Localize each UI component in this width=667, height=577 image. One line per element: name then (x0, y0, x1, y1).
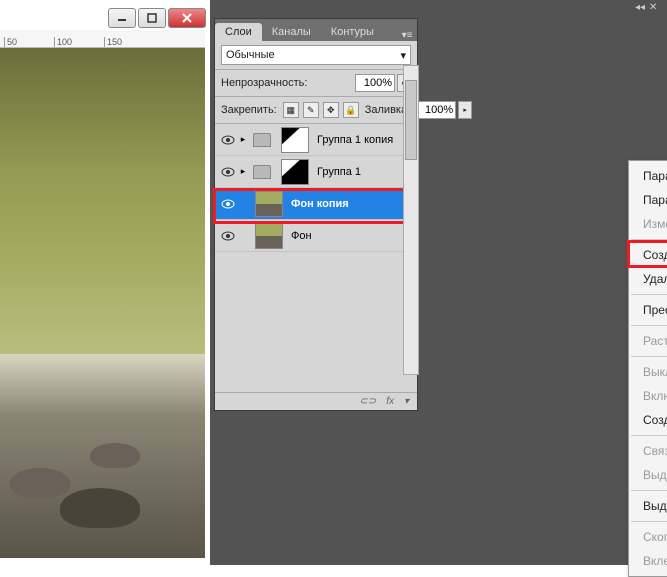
panel-scrollbar[interactable] (403, 65, 419, 375)
visibility-toggle-icon[interactable] (219, 195, 237, 213)
lock-position-icon[interactable]: ✥ (323, 102, 339, 118)
ruler-mark: 50 (4, 37, 54, 47)
menu-copy-layer-style: Скопировать стиль слоя (629, 525, 667, 549)
lock-icons: ▦ ✎ ✥ 🔒 (283, 102, 359, 118)
layer-row-image[interactable]: Фон (215, 220, 417, 252)
panel-close-icon[interactable]: ✕ (649, 2, 659, 12)
layer-thumbnail[interactable] (255, 191, 283, 217)
blend-mode-value: Обычные (226, 49, 275, 61)
folder-icon (253, 133, 271, 147)
menu-disable-layer-mask: Выключить слой-маску (629, 360, 667, 384)
menu-separator (631, 435, 667, 436)
menu-separator (631, 325, 667, 326)
menu-edit-adjustment: Изменить корректировку... (629, 212, 667, 236)
fill-stepper[interactable]: ▸ (458, 101, 472, 119)
layer-row-image-selected[interactable]: Фон копия (215, 188, 417, 220)
canvas-image[interactable] (0, 48, 205, 558)
fill-input[interactable] (416, 101, 456, 119)
menu-enable-vector-mask: Включить векторную маску (629, 384, 667, 408)
lock-transparency-icon[interactable]: ▦ (283, 102, 299, 118)
menu-paste-layer-style: Вклеить стиль слоя (629, 549, 667, 573)
layers-panel-footer: ⊂⊃ fx ▾ (215, 392, 417, 410)
menu-separator (631, 521, 667, 522)
layers-panel: Слои Каналы Контуры ▾≡ Обычные Непрозрач… (214, 18, 418, 411)
window-maximize-button[interactable] (138, 8, 166, 28)
visibility-toggle-icon[interactable] (219, 131, 237, 149)
menu-create-clipping-mask[interactable]: Создать обтравочную маску (629, 408, 667, 432)
folder-icon (253, 165, 271, 179)
layer-row-group[interactable]: ▸ Группа 1 копия (215, 124, 417, 156)
menu-separator (631, 356, 667, 357)
blend-opacity-row: Обычные (215, 41, 417, 70)
layer-name[interactable]: Фон (289, 230, 413, 242)
layer-list: ▸ Группа 1 копия ▸ Группа 1 Фон копия (215, 124, 417, 392)
fill-input-group: ▸ (416, 101, 472, 119)
visibility-toggle-icon[interactable] (219, 227, 237, 245)
layer-row-group[interactable]: ▸ Группа 1 (215, 156, 417, 188)
panel-collapse-icon[interactable]: ◂◂ (635, 2, 645, 12)
menu-link-layers: Связать слои (629, 439, 667, 463)
lock-fill-row: Закрепить: ▦ ✎ ✥ 🔒 Заливка: ▸ (215, 97, 417, 124)
opacity-label: Непрозрачность: (221, 77, 307, 89)
panel-tabs: Слои Каналы Контуры ▾≡ (215, 19, 417, 41)
tab-paths[interactable]: Контуры (321, 23, 384, 41)
menu-separator (631, 239, 667, 240)
image-rocks-region (0, 354, 205, 558)
lock-all-icon[interactable]: 🔒 (343, 102, 359, 118)
menu-select-linked: Выделить связанные слои (629, 463, 667, 487)
opacity-row: Непрозрачность: ▸ (215, 70, 417, 97)
layer-name[interactable]: Группа 1 (315, 166, 413, 178)
scrollbar-thumb[interactable] (405, 80, 417, 160)
layer-effects-icon[interactable]: fx (386, 396, 394, 407)
menu-rasterize-layer: Растрировать слой (629, 329, 667, 353)
menu-separator (631, 490, 667, 491)
layer-context-menu: Параметры слоя... Параметры наложения...… (628, 160, 667, 577)
window-controls (108, 8, 206, 28)
image-sky-region (0, 48, 205, 354)
window-close-button[interactable] (168, 8, 206, 28)
expand-icon[interactable]: ▸ (237, 166, 249, 177)
visibility-toggle-icon[interactable] (219, 163, 237, 181)
panel-menu-button[interactable]: ▾≡ (397, 30, 417, 41)
layer-mask-thumbnail[interactable] (281, 159, 309, 185)
menu-delete-layer[interactable]: Удалить слой (629, 267, 667, 291)
footer-more-icon: ▾ (404, 396, 409, 407)
ruler-mark: 100 (54, 37, 104, 47)
link-layers-icon[interactable]: ⊂⊃ (359, 396, 376, 407)
layer-name[interactable]: Фон копия (289, 198, 413, 210)
layer-mask-thumbnail[interactable] (281, 127, 309, 153)
lock-pixels-icon[interactable]: ✎ (303, 102, 319, 118)
ruler-mark: 150 (104, 37, 154, 47)
menu-layer-properties[interactable]: Параметры слоя... (629, 164, 667, 188)
expand-icon[interactable]: ▸ (237, 134, 249, 145)
tab-channels[interactable]: Каналы (262, 23, 321, 41)
menu-duplicate-layer[interactable]: Создать дубликат слоя... (629, 243, 667, 267)
panel-dock: ◂◂ ✕ Слои Каналы Контуры ▾≡ Обычные Непр… (210, 0, 667, 565)
panel-dock-handle[interactable]: ◂◂ ✕ (210, 0, 667, 18)
layer-thumbnail[interactable] (255, 223, 283, 249)
ruler-horizontal: 50 100 150 (0, 30, 205, 48)
window-minimize-button[interactable] (108, 8, 136, 28)
menu-separator (631, 294, 667, 295)
layer-name[interactable]: Группа 1 копия (315, 134, 413, 146)
canvas-area: 50 100 150 (0, 30, 205, 565)
tab-layers[interactable]: Слои (215, 23, 262, 41)
opacity-input[interactable] (355, 74, 395, 92)
menu-blending-options[interactable]: Параметры наложения... (629, 188, 667, 212)
lock-label: Закрепить: (221, 104, 277, 116)
menu-select-similar[interactable]: Выделить похожие слои (629, 494, 667, 518)
blend-mode-select[interactable]: Обычные (221, 45, 411, 65)
menu-convert-smart-object[interactable]: Преобразовать в смарт-объект (629, 298, 667, 322)
